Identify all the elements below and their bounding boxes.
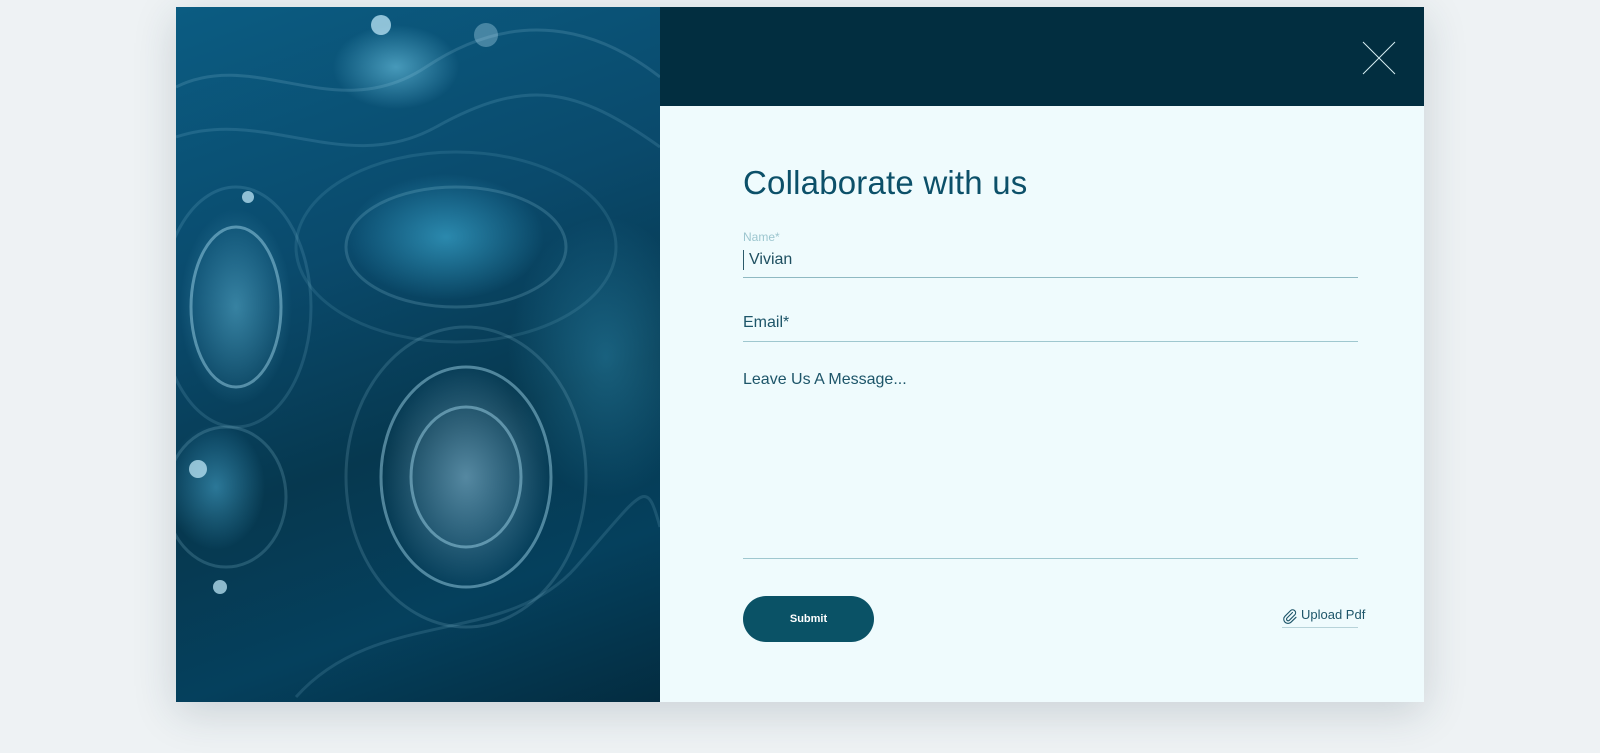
upload-pdf-button[interactable]: Upload Pdf [1282,605,1365,628]
abstract-swirl-graphic [176,15,660,698]
contact-form: Collaborate with us Name* Vivian Email* … [660,106,1424,702]
name-field[interactable]: Name* Vivian [743,226,1358,278]
collaborate-dialog: Collaborate with us Name* Vivian Email* … [176,7,1424,702]
upload-pdf-label: Upload Pdf [1301,607,1366,622]
close-button[interactable] [1362,41,1396,75]
hero-image [176,7,660,702]
name-input[interactable]: Vivian [743,250,792,270]
paperclip-icon [1282,608,1298,624]
email-placeholder: Email* [743,314,790,331]
message-textarea[interactable]: Leave Us A Message... [743,362,1358,559]
dialog-title: Collaborate with us [743,164,1028,201]
submit-button[interactable]: Submit [743,596,874,642]
email-field[interactable]: Email* [743,304,1358,342]
close-icon [1362,41,1396,75]
name-label: Name* [743,230,780,244]
message-placeholder: Leave Us A Message... [743,371,907,388]
